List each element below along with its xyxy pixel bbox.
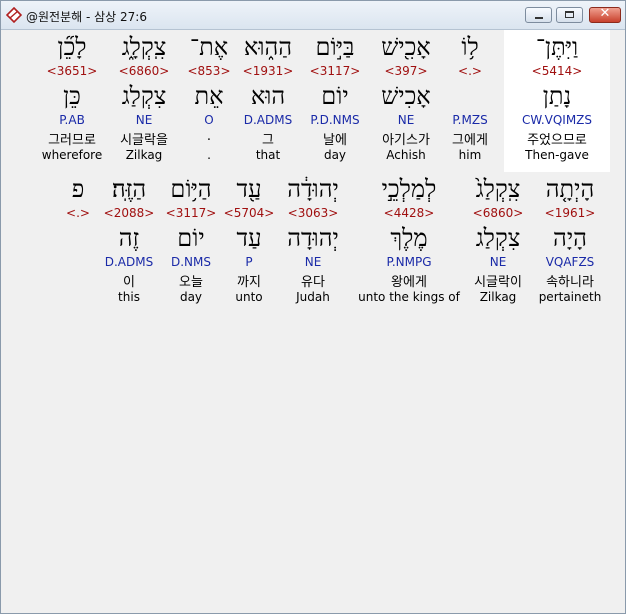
strong-number[interactable]: <6860> bbox=[104, 64, 184, 78]
korean-gloss: 아기스가 bbox=[382, 133, 430, 148]
english-gloss: Zilkag bbox=[479, 290, 517, 304]
hebrew-word: אָכִ֖ישׁ bbox=[381, 33, 431, 61]
hebrew-word: הָיְתָ֤ה bbox=[545, 175, 595, 203]
strong-number[interactable]: <1961> bbox=[529, 206, 611, 220]
strong-number[interactable]: <6860> bbox=[458, 206, 538, 220]
morphology-code: P bbox=[245, 255, 253, 269]
strong-number[interactable]: <4428> bbox=[354, 206, 464, 220]
app-diamond-icon[interactable] bbox=[6, 7, 22, 23]
korean-gloss: 시글락을 bbox=[120, 133, 168, 148]
korean-gloss: 왕에게 bbox=[391, 275, 427, 290]
word-cell[interactable]: עַ֖ד <5704> עַד P 까지 unto bbox=[218, 172, 280, 314]
lexical-form: עַד bbox=[236, 224, 262, 252]
hebrew-word: צִֽקְלָ֑ג bbox=[121, 33, 167, 61]
morphology-code: D.ADMS bbox=[104, 255, 154, 269]
morphology-code: P.AB bbox=[59, 113, 85, 127]
korean-gloss: 오늘 bbox=[179, 275, 203, 290]
title-bar[interactable]: @원전분해 - 삼상 27:6 ✕ bbox=[1, 1, 625, 30]
morphology-code: NE bbox=[489, 255, 507, 269]
analysis-pane: וַיִּתֶּן־ <5414> נָתַן CW.VQIMZS 주었으므로 … bbox=[2, 30, 624, 611]
strong-number[interactable]: <853> bbox=[174, 64, 244, 78]
lexical-form: זֶה bbox=[118, 224, 140, 252]
korean-gloss: 속하니라 bbox=[546, 275, 594, 290]
korean-gloss: 주었으므로 bbox=[527, 133, 587, 148]
korean-gloss: 까지 bbox=[237, 275, 261, 290]
hebrew-word: יְהוּדָ֔ה bbox=[287, 175, 339, 203]
korean-gloss: 시글락이 bbox=[474, 275, 522, 290]
morphology-code: NE bbox=[135, 113, 153, 127]
hebrew-word: צִֽקְלַג֙ bbox=[475, 175, 521, 203]
english-gloss: Judah bbox=[296, 290, 330, 304]
morphology-code: NE bbox=[304, 255, 322, 269]
lexical-form: כֵּן bbox=[63, 82, 81, 110]
word-cell[interactable]: צִֽקְלָ֑ג <6860> צִקְלַג NE 시글락을 Zilkag bbox=[104, 30, 184, 172]
minimize-button[interactable] bbox=[525, 7, 552, 23]
korean-gloss: 유다 bbox=[301, 275, 325, 290]
strong-number[interactable]: <2088> bbox=[100, 206, 158, 220]
close-button[interactable]: ✕ bbox=[589, 6, 621, 23]
hebrew-word: לְמַלְכֵ֣י bbox=[381, 175, 437, 203]
english-gloss: unto the kings of bbox=[358, 290, 460, 304]
strong-number[interactable]: <5704> bbox=[218, 206, 280, 220]
morphology-code: O bbox=[204, 113, 214, 127]
english-gloss: pertaineth bbox=[538, 290, 602, 304]
hebrew-word: הַזֶּֽה׃ bbox=[111, 175, 147, 203]
lexical-form: נָתַן bbox=[542, 82, 572, 110]
word-cell[interactable]: צִֽקְלַג֙ <6860> צִקְלַג NE 시글락이 Zilkag bbox=[458, 172, 538, 314]
hebrew-word: הַיּ֥וֹם bbox=[170, 175, 212, 203]
strong-number[interactable]: <3651> bbox=[36, 64, 108, 78]
word-cell[interactable]: אָכִ֖ישׁ <397> אָכִישׁ NE 아기스가 Achish bbox=[366, 30, 446, 172]
strong-number[interactable]: <3063> bbox=[272, 206, 354, 220]
app-window: @원전분해 - 삼상 27:6 ✕ וַיִּתֶּן־ <5414> נָתַ… bbox=[0, 0, 626, 614]
hebrew-word: אֶת־ bbox=[189, 33, 229, 61]
english-gloss: day bbox=[179, 290, 203, 304]
word-cell[interactable]: לָכֵ֞ן <3651> כֵּן P.AB 그러므로 wherefore bbox=[36, 30, 108, 172]
english-gloss: Achish bbox=[386, 148, 426, 162]
minimize-icon bbox=[535, 17, 543, 19]
strong-number[interactable]: <3117> bbox=[158, 206, 224, 220]
morphology-code: VQAFZS bbox=[545, 255, 595, 269]
morphology-code: D.NMS bbox=[170, 255, 211, 269]
english-gloss: unto bbox=[235, 290, 263, 304]
english-gloss: this bbox=[118, 290, 140, 304]
window-title: @원전분해 - 삼상 27:6 bbox=[26, 10, 147, 24]
close-icon: ✕ bbox=[599, 6, 611, 21]
strong-number[interactable]: <.> bbox=[58, 206, 98, 220]
maximize-button[interactable] bbox=[556, 7, 583, 23]
lexical-form: מֶלֶךְ bbox=[390, 224, 428, 252]
korean-gloss: 이 bbox=[123, 275, 135, 290]
word-cell[interactable]: הַיּ֥וֹם <3117> יוֹם D.NMS 오늘 day bbox=[158, 172, 224, 314]
lexical-form: יְהוּדָה bbox=[287, 224, 339, 252]
word-cell[interactable]: הָיְתָ֤ה <1961> הָיָה VQAFZS 속하니라 pertai… bbox=[529, 172, 611, 314]
word-cell[interactable]: אֶת־ <853> אֵת O . . bbox=[174, 30, 244, 172]
morphology-code: NE bbox=[397, 113, 415, 127]
lexical-form: צִקְלַג bbox=[475, 224, 521, 252]
word-cell[interactable]: לְמַלְכֵ֣י <4428> מֶלֶךְ P.NMPG 왕에게 unto… bbox=[354, 172, 464, 314]
lexical-form: אֵת bbox=[194, 82, 224, 110]
hebrew-word: פ bbox=[71, 175, 85, 203]
english-gloss: wherefore bbox=[41, 148, 103, 162]
word-cell[interactable]: הַזֶּֽה׃ <2088> זֶה D.ADMS 이 this bbox=[100, 172, 158, 314]
lexical-form: אָכִישׁ bbox=[381, 82, 431, 110]
lexical-form: צִקְלַג bbox=[121, 82, 167, 110]
english-gloss: . bbox=[207, 148, 211, 162]
morphology-code: P.NMPG bbox=[386, 255, 432, 269]
hebrew-word: לָכֵ֞ן bbox=[57, 33, 87, 61]
word-cell[interactable]: יְהוּדָ֔ה <3063> יְהוּדָה NE 유다 Judah bbox=[272, 172, 354, 314]
word-cell[interactable]: פ <.> bbox=[58, 172, 98, 314]
morphology-code: CW.VQIMZS bbox=[521, 113, 593, 127]
strong-number[interactable]: <5414> bbox=[504, 64, 610, 78]
lexical-form: הָיָה bbox=[553, 224, 587, 252]
hebrew-word: עַ֖ד bbox=[236, 175, 262, 203]
maximize-icon bbox=[565, 11, 574, 18]
korean-gloss: 그러므로 bbox=[48, 133, 96, 148]
english-gloss: Then-gave bbox=[525, 148, 589, 162]
hebrew-word: וַיִּתֶּן־ bbox=[535, 33, 579, 61]
lexical-form: יוֹם bbox=[177, 224, 205, 252]
english-gloss: Zilkag bbox=[125, 148, 163, 162]
korean-gloss: . bbox=[206, 129, 212, 144]
strong-number[interactable]: <397> bbox=[366, 64, 446, 78]
word-cell[interactable]: וַיִּתֶּן־ <5414> נָתַן CW.VQIMZS 주었으므로 … bbox=[504, 30, 610, 172]
